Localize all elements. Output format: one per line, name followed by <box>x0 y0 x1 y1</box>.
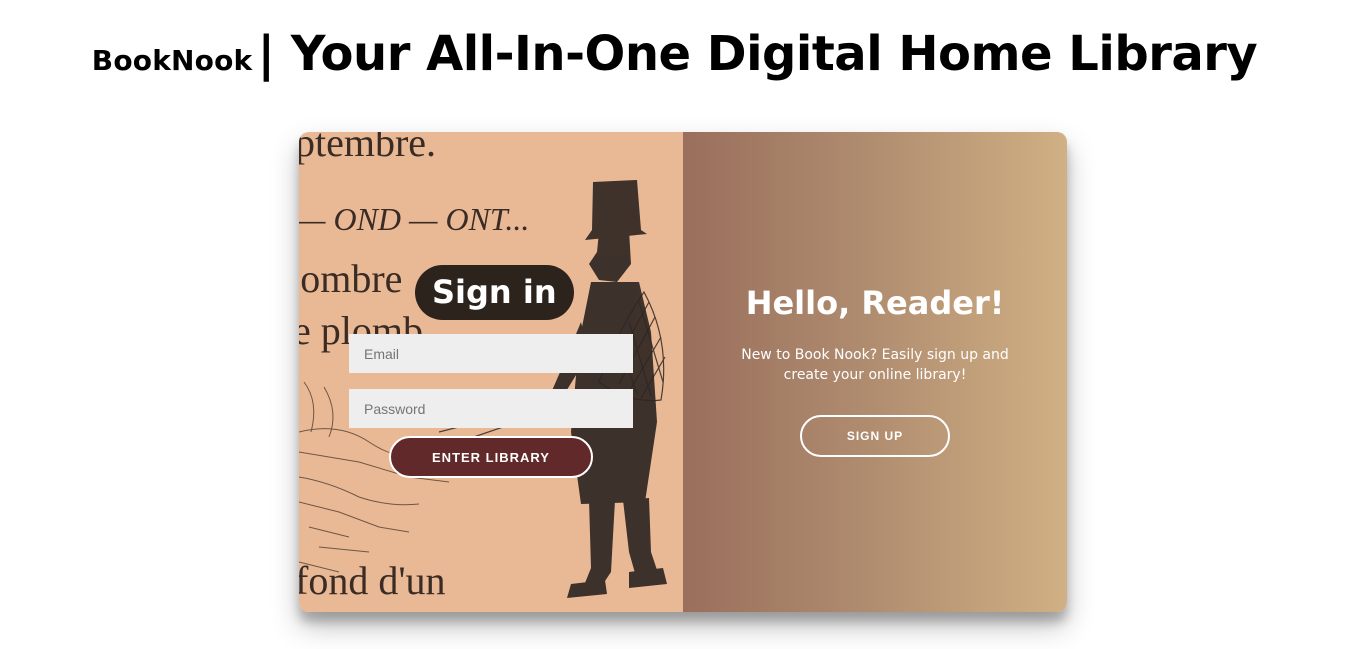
greeting-title: Hello, Reader! <box>745 284 1005 322</box>
engraving-text-5: fond d'un <box>299 558 446 603</box>
sign-up-button[interactable]: SIGN UP <box>800 415 950 457</box>
greeting-panel: Hello, Reader! New to Book Nook? Easily … <box>683 132 1067 612</box>
page-header: BookNook | Your All-In-One Digital Home … <box>0 26 1349 82</box>
password-field[interactable] <box>349 389 633 428</box>
signin-panel: ptembre. — OND — ONT... 'ombre e plomb f… <box>299 132 683 612</box>
engraving-text-2: — OND — ONT... <box>299 201 529 237</box>
enter-library-button[interactable]: ENTER LIBRARY <box>389 436 593 478</box>
auth-card: ptembre. — OND — ONT... 'ombre e plomb f… <box>299 132 1067 612</box>
signin-title: Sign in <box>415 265 574 320</box>
brand-name: BookNook <box>91 44 253 77</box>
engraving-text-3: 'ombre <box>299 256 402 301</box>
greeting-message: New to Book Nook? Easily sign up and cre… <box>741 347 1009 383</box>
engraving-text-1: ptembre. <box>299 132 436 165</box>
email-field[interactable] <box>349 334 633 373</box>
page-title: | Your All-In-One Digital Home Library <box>257 26 1258 82</box>
